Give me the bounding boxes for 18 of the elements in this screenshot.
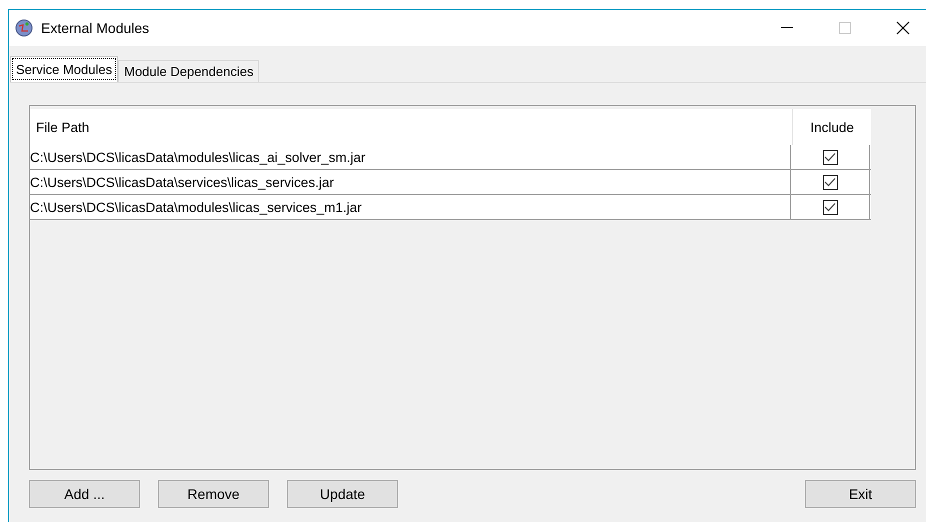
maximize-icon [839, 22, 851, 34]
close-icon [896, 21, 910, 35]
action-button[interactable]: Remove [158, 480, 269, 508]
exit-button[interactable]: Exit [805, 480, 916, 508]
checkbox[interactable] [822, 200, 838, 214]
action-button[interactable]: Update [287, 480, 398, 508]
checkbox[interactable] [822, 174, 838, 190]
checkbox[interactable] [822, 150, 838, 164]
action-button[interactable]: Add ... [29, 480, 140, 508]
app-icon [15, 19, 33, 37]
table-cell: C:\Users\DCS\licasData\modules\licas_ai_solver_sm.jar [30, 145, 791, 169]
table-cell: C:\Users\DCS\licasData\modules\licas_services_m1.jar [30, 195, 791, 219]
tab[interactable]: Module Dependencies [118, 60, 260, 82]
window-title: External Modules [41, 20, 150, 36]
column-header: Include [809, 118, 855, 136]
table-cell: C:\Users\DCS\licasData\services\licas_services.jar [30, 170, 791, 194]
minimize-icon [781, 27, 793, 29]
tab[interactable]: Service Modules [10, 56, 118, 82]
